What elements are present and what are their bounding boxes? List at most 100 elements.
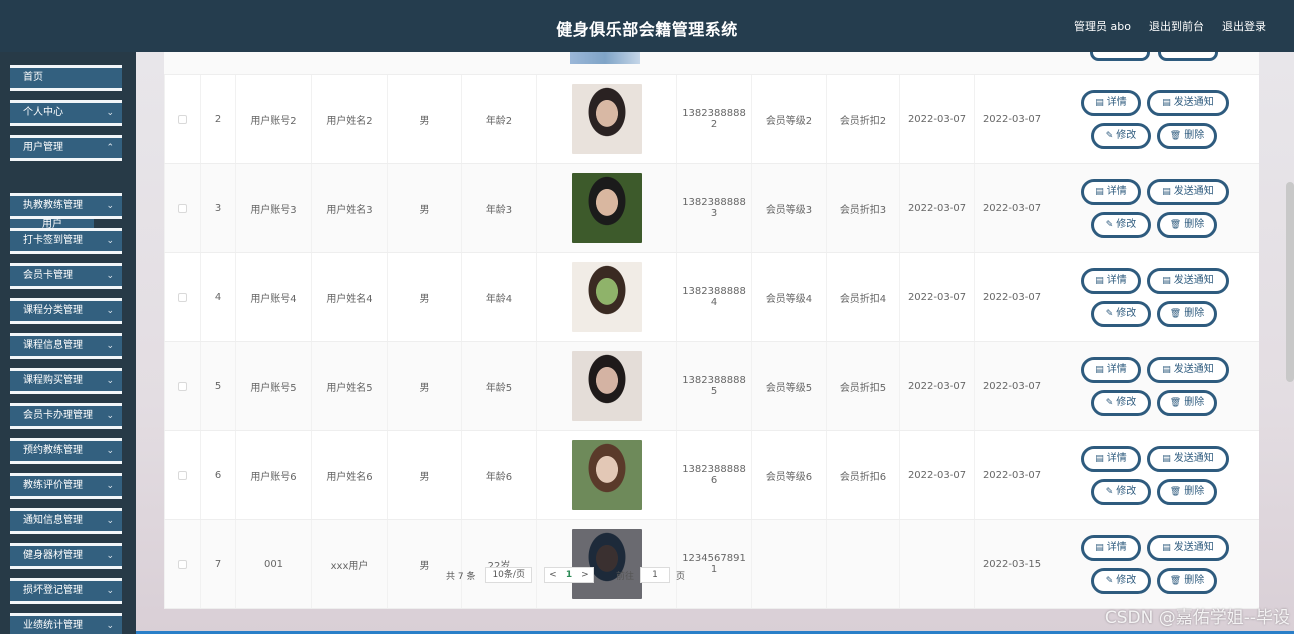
delete-button[interactable]: 🗑 删除 xyxy=(1157,479,1217,505)
cell-discount: 会员折扣6 xyxy=(826,431,899,519)
sidebar-item-label: 个人中心 xyxy=(23,107,63,118)
cell-phone: 12345678911 xyxy=(676,520,751,608)
sidebar-item[interactable]: 课程信息管理 ⌄ xyxy=(10,333,122,359)
cell-name: 用户姓名5 xyxy=(311,342,387,430)
send-notice-button-label: 发送通知 xyxy=(1173,275,1214,286)
sidebar-item[interactable]: 课程分类管理 ⌄ xyxy=(10,298,122,324)
admin-user-label[interactable]: 管理员 abo xyxy=(1074,18,1131,34)
chevron-icon: ⌄ xyxy=(106,446,114,456)
delete-button[interactable]: 🗑 删除 xyxy=(1157,568,1217,594)
row-checkbox[interactable] xyxy=(178,114,187,124)
detail-button[interactable]: ▤ 详情 xyxy=(1081,535,1141,561)
row-checkbox[interactable] xyxy=(178,203,187,213)
pencil-icon: ✎ xyxy=(1105,220,1114,230)
goto-page-input[interactable]: 1 xyxy=(639,567,670,583)
delete-button[interactable]: 🗑 删除 xyxy=(1157,123,1217,149)
cell-account: 用户账号3 xyxy=(235,164,311,252)
delete-button-label: 删除 xyxy=(1184,486,1205,497)
photo-cell xyxy=(536,431,676,519)
chevron-icon: ⌃ xyxy=(106,143,114,153)
sidebar-item-label: 打卡签到管理 xyxy=(23,235,83,246)
send-notice-button[interactable]: ▤ 发送通知 xyxy=(1147,535,1229,561)
cell-discount: 会员折扣3 xyxy=(826,164,899,252)
edit-button[interactable]: ✎ 修改 xyxy=(1091,479,1151,505)
sidebar-item[interactable]: 课程购买管理 ⌄ xyxy=(10,368,122,394)
edit-button[interactable]: ✎ 修改 xyxy=(1091,390,1151,416)
cell-phone: 13823888885 xyxy=(676,342,751,430)
chevron-icon: ⌄ xyxy=(106,236,114,246)
sidebar-item-label: 课程购买管理 xyxy=(23,375,83,386)
cell-phone: 13823888883 xyxy=(676,164,751,252)
edit-button[interactable]: ✎ 修改 xyxy=(1091,568,1151,594)
next-page-button[interactable]: > xyxy=(577,568,593,582)
sidebar-item[interactable]: 损坏登记管理 ⌄ xyxy=(10,578,122,604)
sidebar-item[interactable]: 教练评价管理 ⌄ xyxy=(10,473,122,499)
sidebar-item[interactable]: 执教教练管理 ⌄ xyxy=(10,193,122,219)
cell-index: 6 xyxy=(200,431,235,519)
send-notice-button[interactable]: ▤ 发送通知 xyxy=(1147,446,1229,472)
send-notice-button-label: 发送通知 xyxy=(1173,186,1214,197)
send-notice-button[interactable]: ▤ 发送通知 xyxy=(1147,357,1229,383)
chevron-icon: ⌄ xyxy=(106,621,114,631)
row-checkbox[interactable] xyxy=(178,470,187,480)
sidebar-item[interactable]: 首页 xyxy=(10,65,122,91)
chevron-icon: ⌄ xyxy=(106,551,114,561)
sidebar-item[interactable]: 健身器材管理 ⌄ xyxy=(10,543,122,569)
send-notice-button[interactable]: ▤ 发送通知 xyxy=(1147,268,1229,294)
cell-date: 2022-03-07 xyxy=(899,342,974,430)
detail-button[interactable]: ▤ 详情 xyxy=(1081,90,1141,116)
current-page[interactable]: 1 xyxy=(561,568,577,582)
pencil-icon: ✎ xyxy=(1105,398,1114,408)
detail-button[interactable]: ▤ 详情 xyxy=(1081,268,1141,294)
total-count: 共 7 条 xyxy=(446,571,476,582)
checkbox-cell xyxy=(164,431,200,519)
edit-button[interactable]: ✎ 修改 xyxy=(1091,123,1151,149)
delete-button[interactable]: 🗑 删除 xyxy=(1157,301,1217,327)
trash-icon: 🗑 xyxy=(1169,398,1182,408)
sidebar-item[interactable]: 通知信息管理 ⌄ xyxy=(10,508,122,534)
logout-link[interactable]: 退出登录 xyxy=(1222,18,1266,34)
sidebar-item[interactable]: 个人中心 ⌄ xyxy=(10,100,122,126)
user-photo xyxy=(571,173,642,243)
back-to-front-link[interactable]: 退出到前台 xyxy=(1149,18,1204,34)
cell-name: 用户姓名2 xyxy=(311,75,387,163)
cell-date: 2022-03-07 xyxy=(899,431,974,519)
row-checkbox[interactable] xyxy=(178,292,187,302)
delete-button-label: 删除 xyxy=(1184,130,1205,141)
row-checkbox[interactable] xyxy=(178,559,187,569)
sidebar-item[interactable]: 打卡签到管理 ⌄ xyxy=(10,228,122,254)
document-icon: ▤ xyxy=(1162,454,1171,464)
detail-button-label: 详情 xyxy=(1106,275,1127,286)
delete-button[interactable]: 🗑 删除 xyxy=(1157,390,1217,416)
row-checkbox[interactable] xyxy=(178,381,187,391)
sidebar-item[interactable]: 预约教练管理 ⌄ xyxy=(10,438,122,464)
prev-page-button[interactable]: < xyxy=(545,568,561,582)
page-size-select[interactable]: 10条/页 xyxy=(485,567,532,583)
edit-button-label: 修改 xyxy=(1116,308,1137,319)
sidebar-item[interactable]: 会员卡办理管理 ⌄ xyxy=(10,403,122,429)
photo-cell xyxy=(536,253,676,341)
detail-button[interactable]: ▤ 详情 xyxy=(1081,179,1141,205)
delete-button[interactable]: 🗑 删除 xyxy=(1157,212,1217,238)
send-notice-button[interactable]: ▤ 发送通知 xyxy=(1147,179,1229,205)
sidebar-item[interactable]: 用户管理 ⌃ xyxy=(10,135,122,161)
edit-button[interactable]: ✎ 修改 xyxy=(1091,212,1151,238)
send-notice-button[interactable]: ▤ 发送通知 xyxy=(1147,90,1229,116)
sidebar-item[interactable]: 会员卡管理 ⌄ xyxy=(10,263,122,289)
sidebar-item-label: 会员卡管理 xyxy=(23,270,73,281)
sidebar-item-label: 健身器材管理 xyxy=(23,550,83,561)
cell-level: 会员等级2 xyxy=(751,75,826,163)
sidebar-item[interactable]: 业绩统计管理 ⌄ xyxy=(10,613,122,634)
cell-date: 2022-03-07 xyxy=(974,164,1049,252)
sidebar-item-label: 课程分类管理 xyxy=(23,305,83,316)
document-icon: ▤ xyxy=(1095,187,1104,197)
detail-button[interactable]: ▤ 详情 xyxy=(1081,357,1141,383)
scrollbar[interactable] xyxy=(1286,182,1294,382)
send-notice-button-label: 发送通知 xyxy=(1173,542,1214,553)
detail-button[interactable]: ▤ 详情 xyxy=(1081,446,1141,472)
document-icon: ▤ xyxy=(1162,276,1171,286)
pencil-icon: ✎ xyxy=(1105,487,1114,497)
document-icon: ▤ xyxy=(1095,98,1104,108)
sidebar-item-label: 通知信息管理 xyxy=(23,515,83,526)
edit-button[interactable]: ✎ 修改 xyxy=(1091,301,1151,327)
